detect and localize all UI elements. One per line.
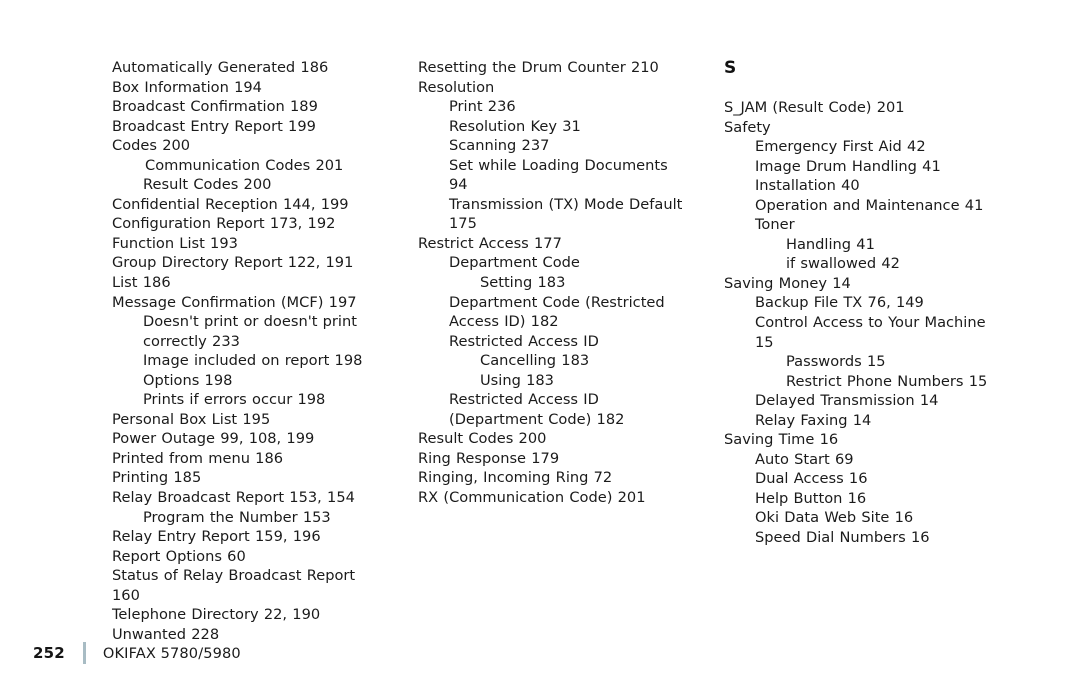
footer-manual-title: OKIFAX 5780/5980 bbox=[102, 644, 241, 662]
index-entry: Saving Money 14 bbox=[724, 274, 851, 292]
index-entry: Ring Response 179 bbox=[418, 449, 560, 467]
folio-page-number: 252 bbox=[33, 644, 65, 662]
index-entry: Result Codes 200 bbox=[418, 430, 547, 448]
index-entry: Emergency First Aid 42 bbox=[755, 138, 926, 156]
index-entry: Transmission (TX) Mode Default 175 bbox=[449, 195, 683, 233]
index-entry: RX (Communication Code) 201 bbox=[418, 489, 646, 507]
index-entry: Personal Box List 195 bbox=[112, 410, 271, 428]
index-entry: Restrict Phone Numbers 15 bbox=[786, 372, 988, 390]
index-entry: Resetting the Drum Counter 210 bbox=[418, 59, 659, 76]
index-column: S S_JAM (Result Code) 201 Safety Emergency … bbox=[724, 58, 996, 548]
index-entry: Print 236 bbox=[449, 98, 516, 116]
index-entry: Image included on report 198 bbox=[143, 352, 363, 370]
index-entry: Prints if errors occur 198 bbox=[143, 391, 326, 409]
index-entry: Set while Loading Documents 94 bbox=[449, 156, 668, 194]
index-entry-list: Resetting the Drum Counter 210 Resolution… bbox=[418, 58, 690, 508]
index-entry: Communication Codes 201 bbox=[145, 156, 344, 174]
index-entry: Scanning 237 bbox=[449, 137, 550, 155]
index-entry: Printing 185 bbox=[112, 469, 202, 487]
index-entry: Broadcast Confirmation 189 bbox=[112, 98, 318, 116]
index-entry: Result Codes 200 bbox=[143, 176, 272, 194]
index-entry: Options 198 bbox=[143, 371, 233, 389]
index-entry: Operation and Maintenance 41 bbox=[755, 196, 984, 214]
index-entry: Configuration Report 173, 192 bbox=[112, 215, 336, 233]
index-letter-heading: S bbox=[724, 58, 737, 78]
index-entry: Printed from menu 186 bbox=[112, 449, 284, 467]
index-entry: Help Button 16 bbox=[755, 489, 867, 507]
index-entry: Department Code bbox=[449, 254, 580, 272]
index-entry: Setting 183 bbox=[480, 274, 566, 292]
index-entry: Resolution bbox=[418, 78, 495, 96]
index-entry: Handling 41 bbox=[786, 235, 875, 253]
index-entry: Relay Entry Report 159, 196 bbox=[112, 528, 321, 546]
index-entry: Confidential Reception 144, 199 bbox=[112, 195, 349, 213]
index-entry: Saving Time 16 bbox=[724, 431, 839, 449]
index-entry: Codes 200 bbox=[112, 137, 191, 155]
index-entry: Program the Number 153 bbox=[143, 508, 331, 526]
index-columns: Automatically Generated 186 Box Informati… bbox=[112, 58, 1012, 644]
index-entry: Box Information 194 bbox=[112, 78, 262, 96]
index-entry-list: Automatically Generated 186 Box Informati… bbox=[112, 58, 384, 644]
index-entry: Status of Relay Broadcast Report 160 bbox=[112, 567, 356, 604]
page-footer: 252 OKIFAX 5780/5980 bbox=[33, 641, 241, 665]
index-entry: Message Confirmation (MCF) 197 bbox=[112, 293, 357, 311]
index-entry: Using 183 bbox=[480, 371, 554, 389]
index-entry: Relay Faxing 14 bbox=[755, 411, 872, 429]
index-entry: Dual Access 16 bbox=[755, 470, 868, 488]
index-entry: Department Code (Restricted Access ID) 1… bbox=[449, 293, 665, 331]
index-entry: Report Options 60 bbox=[112, 547, 246, 565]
index-entry: Doesn't print or doesn't print correctly… bbox=[143, 313, 357, 350]
index-entry-list: S_JAM (Result Code) 201 Safety Emergency F… bbox=[724, 98, 996, 548]
index-column: Resetting the Drum Counter 210 Resolution… bbox=[418, 58, 690, 508]
index-entry: Broadcast Entry Report 199 bbox=[112, 117, 316, 135]
index-entry: Restricted Access ID (Department Code) 1… bbox=[449, 391, 625, 428]
index-entry: Cancelling 183 bbox=[480, 352, 590, 370]
index-entry: Automatically Generated 186 bbox=[112, 59, 329, 76]
index-entry: Passwords 15 bbox=[786, 353, 886, 371]
index-page: Automatically Generated 186 Box Informati… bbox=[0, 0, 1080, 698]
index-entry: Telephone Directory 22, 190 bbox=[112, 606, 321, 624]
index-entry: if swallowed 42 bbox=[786, 255, 900, 273]
index-entry: Speed Dial Numbers 16 bbox=[755, 529, 930, 547]
index-entry: Power Outage 99, 108, 199 bbox=[112, 430, 315, 448]
index-entry: Resolution Key 31 bbox=[449, 117, 581, 135]
index-entry: Oki Data Web Site 16 bbox=[755, 509, 914, 527]
index-entry: Toner bbox=[755, 216, 795, 234]
index-entry: List 186 bbox=[112, 274, 171, 292]
index-entry: Control Access to Your Machine 15 bbox=[755, 314, 986, 351]
index-entry: Relay Broadcast Report 153, 154 bbox=[112, 489, 355, 507]
index-entry: Auto Start 69 bbox=[755, 450, 854, 468]
index-entry: Backup File TX 76, 149 bbox=[755, 294, 924, 312]
index-entry: Safety bbox=[724, 118, 771, 136]
index-entry: Function List 193 bbox=[112, 234, 238, 252]
index-entry: Image Drum Handling 41 bbox=[755, 157, 941, 175]
index-entry: Restrict Access 177 bbox=[418, 234, 562, 252]
footer-divider bbox=[82, 642, 86, 664]
index-entry: Ringing, Incoming Ring 72 bbox=[418, 469, 613, 487]
index-entry: Delayed Transmission 14 bbox=[755, 392, 939, 410]
index-column: Automatically Generated 186 Box Informati… bbox=[112, 58, 384, 644]
index-entry: Group Directory Report 122, 191 bbox=[112, 254, 354, 272]
index-entry: S_JAM (Result Code) 201 bbox=[724, 99, 905, 116]
index-entry: Restricted Access ID bbox=[449, 332, 599, 350]
index-entry: Installation 40 bbox=[755, 177, 860, 195]
